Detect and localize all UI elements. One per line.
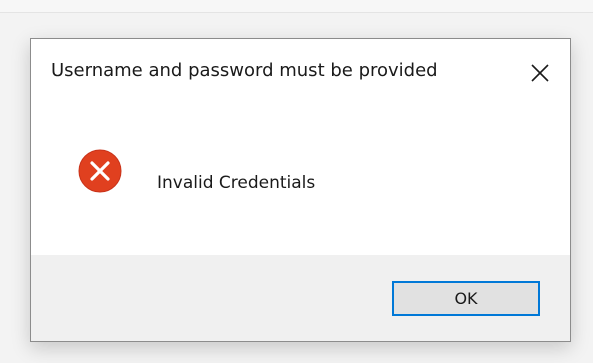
background-window-strip [0, 0, 593, 13]
dialog-message: Invalid Credentials [157, 173, 316, 193]
dialog-footer: OK [31, 255, 570, 341]
dialog-content: Invalid Credentials [31, 105, 570, 255]
error-icon [78, 149, 122, 193]
close-icon [531, 64, 549, 82]
dialog-titlebar[interactable]: Username and password must be provided [31, 39, 570, 105]
dialog-title: Username and password must be provided [51, 60, 438, 81]
ok-button[interactable]: OK [392, 281, 540, 316]
message-dialog: Username and password must be provided I… [30, 38, 571, 342]
close-button[interactable] [522, 55, 558, 91]
